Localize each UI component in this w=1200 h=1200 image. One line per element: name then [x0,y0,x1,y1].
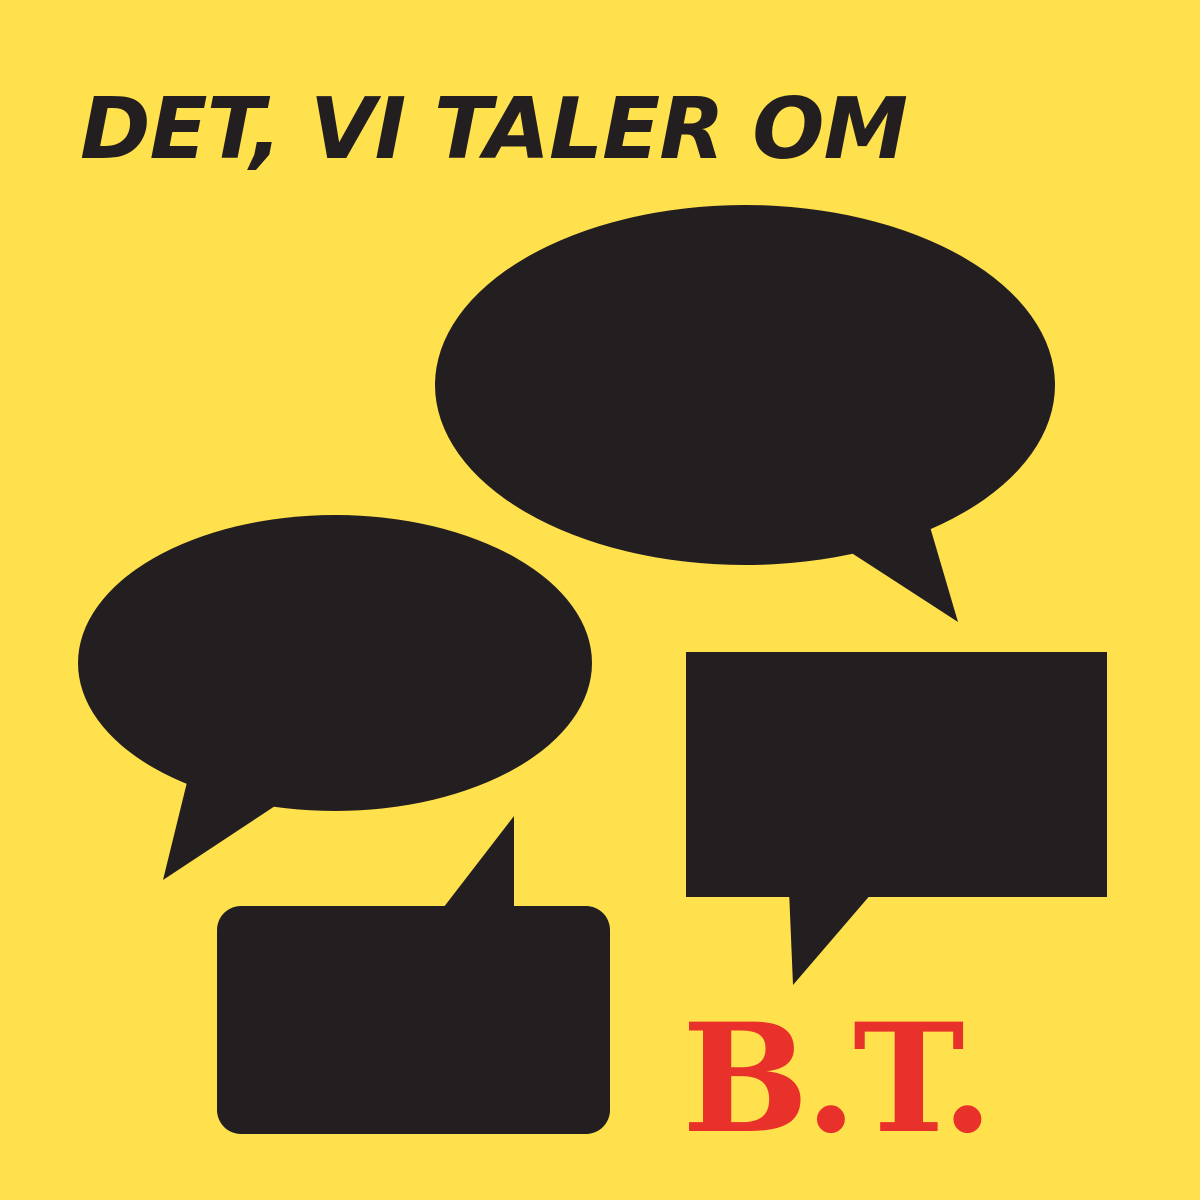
small-oval-speech-bubble-icon [78,515,592,880]
bottom-rectangle-speech-bubble-icon [217,816,610,1134]
bt-logo: B.T. [682,991,994,1167]
podcast-cover: DET, VI TALER OM B.T. [0,0,1200,1200]
right-rectangle-speech-bubble-icon [686,652,1107,985]
speech-bubbles-illustration [78,205,1107,1134]
large-oval-speech-bubble-icon [435,205,1055,622]
